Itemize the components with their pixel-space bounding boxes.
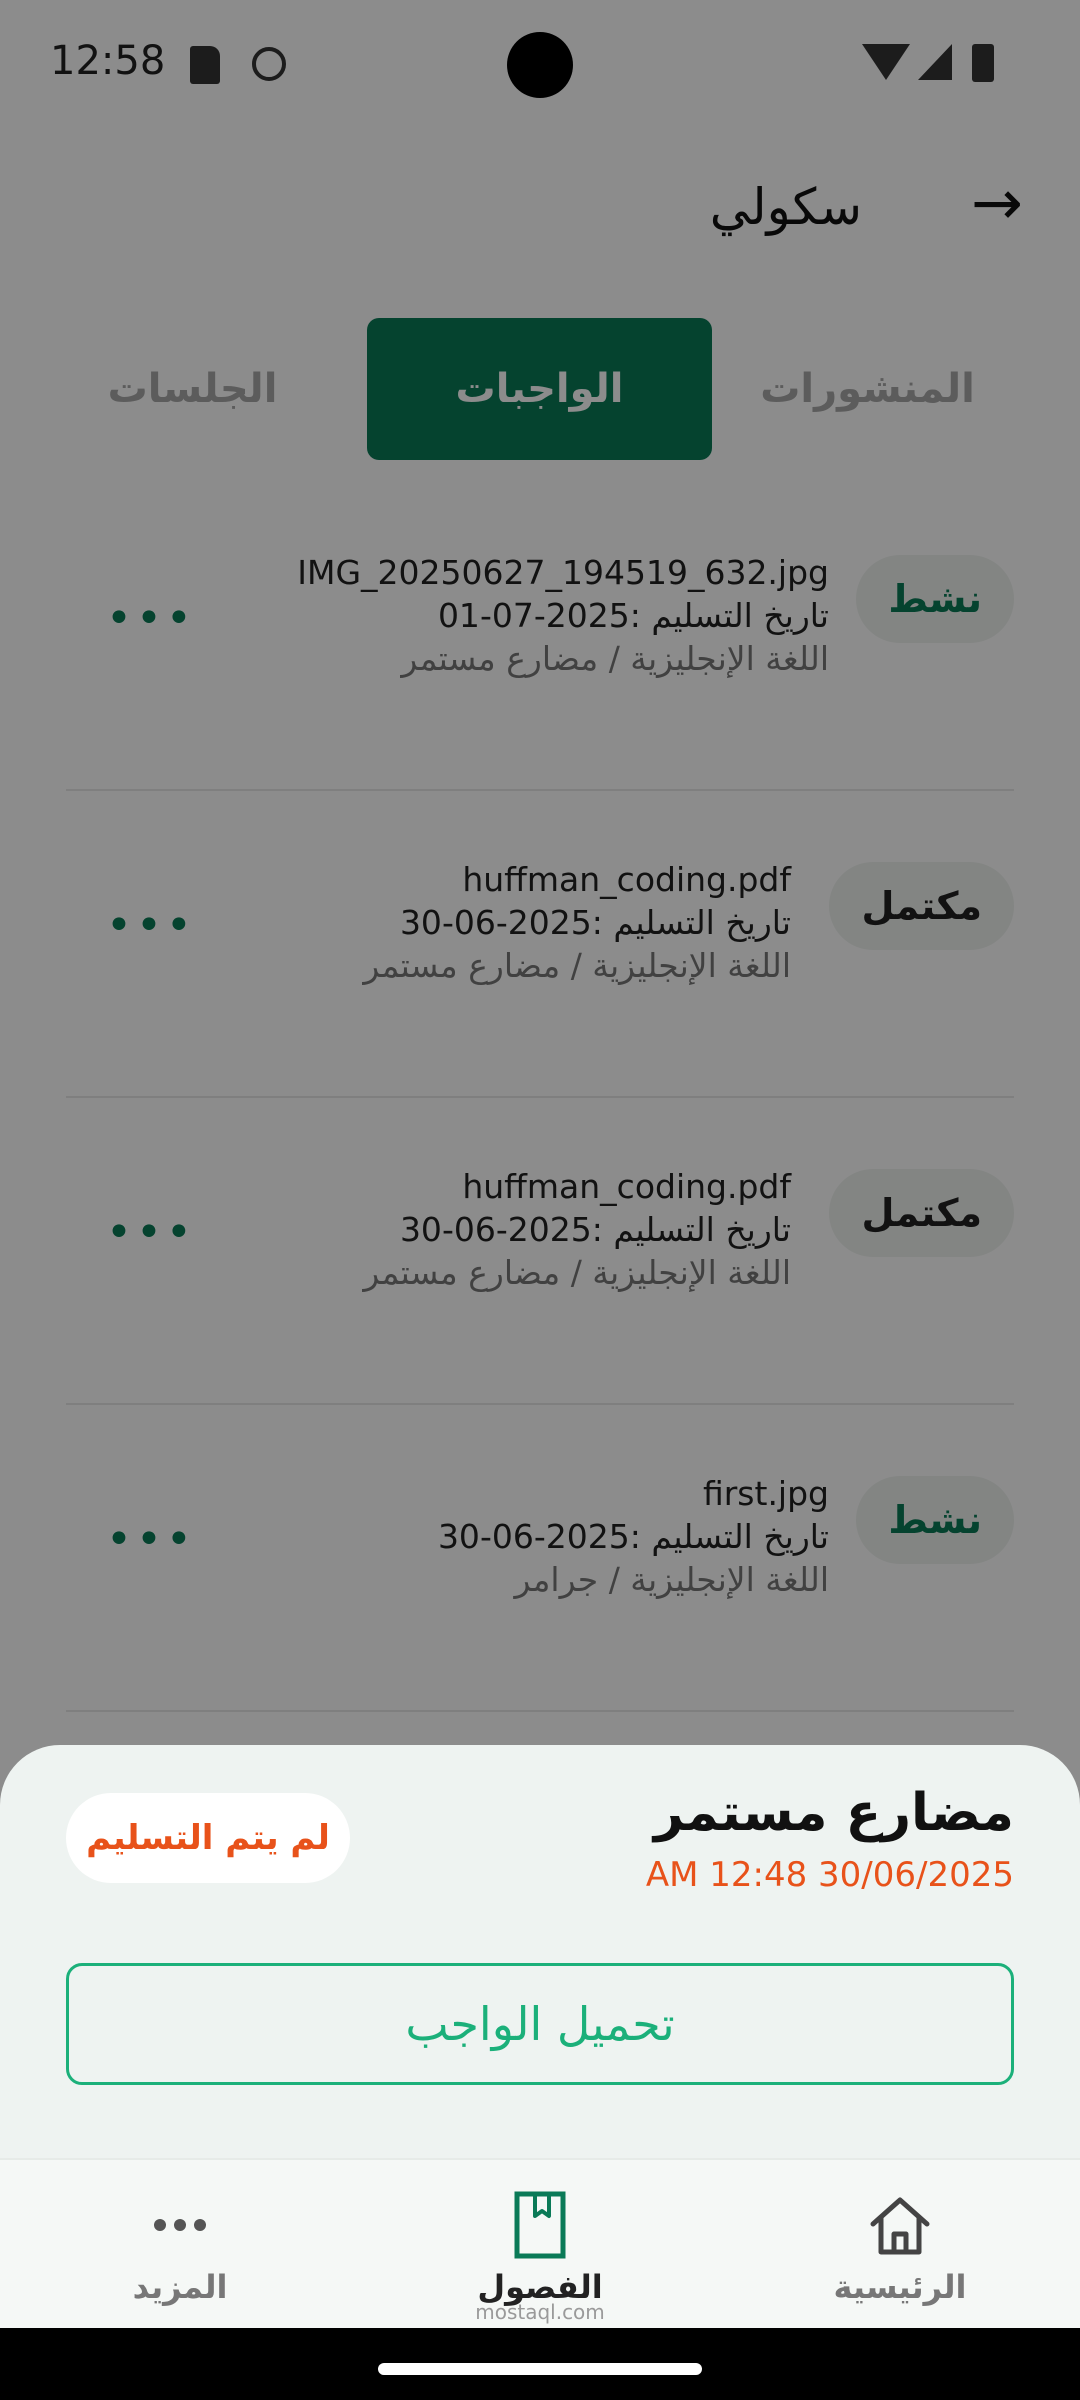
home-icon [870, 2197, 930, 2255]
upload-assignment-button[interactable]: تحميل الواجب [66, 1963, 1014, 2085]
home-indicator[interactable] [378, 2363, 702, 2375]
nav-home[interactable]: الرئيسية [780, 2160, 1020, 2330]
watermark: mostaql.com [475, 2300, 605, 2324]
nav-more[interactable]: المزيد [60, 2160, 300, 2330]
nav-home-label: الرئيسية [833, 2268, 967, 2306]
nav-more-label: المزيد [132, 2268, 228, 2306]
sheet-datetime: AM 12:48 30/06/2025 [645, 1855, 1014, 1895]
assignment-bottom-sheet: مضارع مستمر AM 12:48 30/06/2025 لم يتم ا… [0, 1745, 1080, 2158]
sheet-title: مضارع مستمر [653, 1783, 1014, 1843]
more-dots-icon [154, 2219, 206, 2231]
bookmark-book-icon [514, 2191, 566, 2259]
submission-status-badge: لم يتم التسليم [66, 1793, 350, 1883]
